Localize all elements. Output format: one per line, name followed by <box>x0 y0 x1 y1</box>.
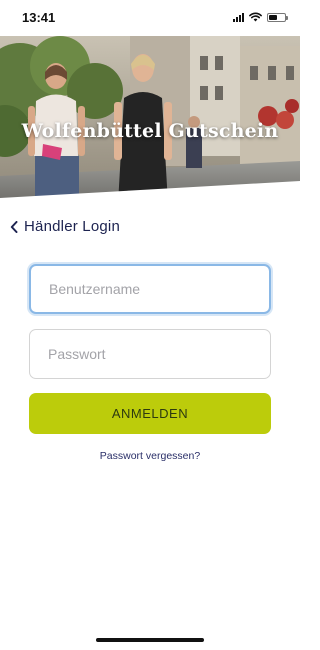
status-time: 13:41 <box>22 10 56 25</box>
battery-level <box>269 14 277 20</box>
username-input[interactable] <box>29 264 271 314</box>
chevron-left-icon <box>10 220 18 233</box>
login-button[interactable]: ANMELDEN <box>29 393 271 434</box>
back-button[interactable]: Händler Login <box>10 218 120 235</box>
cellular-signal-icon <box>233 12 244 22</box>
forgot-password-link[interactable]: Passwort vergessen? <box>0 450 300 462</box>
wifi-icon <box>249 12 262 22</box>
status-icons <box>233 12 288 22</box>
hero-title: Wolfenbüttel Gutschein <box>21 120 279 142</box>
battery-icon <box>267 12 288 22</box>
back-label: Händler Login <box>24 218 120 235</box>
home-indicator <box>96 638 204 642</box>
hero-banner: Wolfenbüttel Gutschein <box>0 36 300 204</box>
password-input[interactable] <box>29 329 271 379</box>
status-bar: 13:41 <box>0 0 300 36</box>
